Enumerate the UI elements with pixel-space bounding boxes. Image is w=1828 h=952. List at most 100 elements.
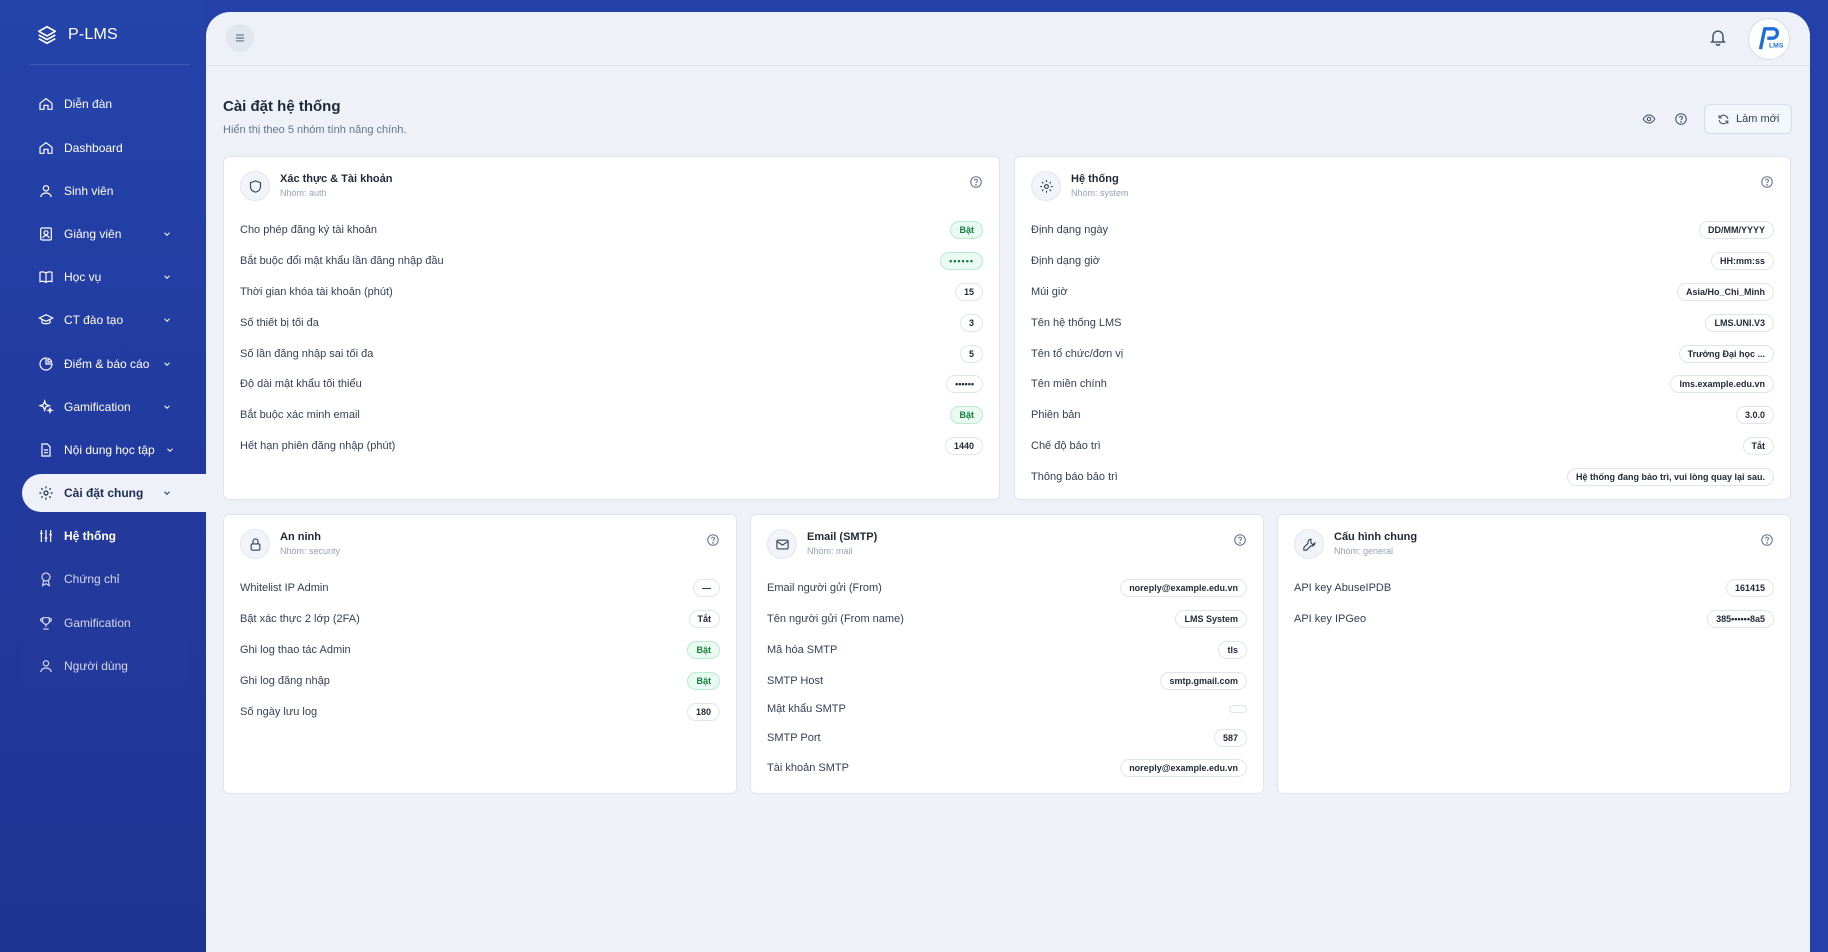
- setting-value-badge[interactable]: Asia/Ho_Chi_Minh: [1676, 282, 1774, 301]
- brand[interactable]: P-LMS: [36, 22, 118, 48]
- setting-value-badge[interactable]: 3.0.0: [1735, 406, 1774, 425]
- setting-value-badge[interactable]: 587: [1213, 728, 1247, 747]
- settings-card-security: An ninh Nhóm: security Whitelist IP Admi…: [223, 514, 737, 794]
- mail-icon: [775, 539, 789, 549]
- sidebar-item-lecturers[interactable]: Giảng viên: [30, 216, 180, 252]
- setting-value-badge[interactable]: Tắt: [1742, 436, 1774, 455]
- setting-value-badge[interactable]: 180: [686, 702, 720, 721]
- chevron-down-icon: [164, 318, 170, 322]
- setting-row: Thời gian khóa tài khoản (phút) 15: [240, 277, 983, 308]
- setting-value-badge[interactable]: —: [693, 579, 720, 598]
- help-button[interactable]: [1672, 110, 1690, 128]
- sidebar-item-dashboard[interactable]: Dashboard: [30, 130, 180, 166]
- setting-value-badge[interactable]: tls: [1218, 640, 1247, 659]
- sidebar-item-grades-reports[interactable]: Điểm & báo cáo: [30, 346, 180, 382]
- help-circle-icon: [1675, 113, 1687, 125]
- setting-value-badge[interactable]: Bật: [950, 406, 983, 425]
- help-circle-icon[interactable]: [969, 175, 983, 189]
- setting-value-badge[interactable]: noreply@example.edu.vn: [1120, 579, 1247, 598]
- setting-value-badge[interactable]: ••••••: [940, 252, 983, 271]
- setting-row: Số lần đăng nhập sai tối đa 5: [240, 338, 983, 369]
- submenu-item-certificates[interactable]: Chứng chỉ: [30, 562, 180, 596]
- setting-value-badge[interactable]: ••••••: [946, 375, 983, 394]
- setting-value-badge[interactable]: LMS System: [1175, 610, 1247, 629]
- setting-value-badge[interactable]: Trường Đại học ...: [1678, 344, 1774, 363]
- settings-list: API key AbuseIPDB 161415 API key IPGeo 385…: [1294, 573, 1774, 635]
- setting-label: Tên hệ thống LMS: [1031, 316, 1122, 329]
- submenu-item-label: Hệ thống: [64, 529, 116, 543]
- chevron-down-icon: [166, 448, 173, 452]
- setting-value-badge[interactable]: 385••••••8a5: [1707, 610, 1774, 629]
- sidebar-item-label: Sinh viên: [64, 184, 114, 198]
- bell-icon[interactable]: [1708, 27, 1728, 47]
- refresh-button[interactable]: Làm mới: [1704, 104, 1793, 134]
- sidebar-item-students[interactable]: Sinh viên: [30, 173, 180, 209]
- setting-value-badge[interactable]: 3: [959, 313, 983, 332]
- setting-label: Mã hóa SMTP: [767, 643, 838, 656]
- sidebar-item-label: Học vụ: [64, 270, 102, 284]
- avatar[interactable]: LMS: [1748, 18, 1790, 60]
- card-title: An ninh: [280, 531, 321, 543]
- setting-value-badge[interactable]: Bật: [950, 221, 983, 240]
- setting-value-badge[interactable]: [1229, 705, 1247, 714]
- help-circle-icon[interactable]: [1760, 533, 1774, 547]
- setting-label: API key IPGeo: [1294, 613, 1367, 626]
- setting-value-badge[interactable]: 15: [954, 282, 983, 301]
- setting-value-badge[interactable]: Bật: [687, 671, 720, 690]
- setting-row: Bắt buộc đổi mật khẩu lần đăng nhập đầu •…: [240, 246, 983, 277]
- settings-card-mail: Email (SMTP) Nhóm: mail Email người gửi …: [750, 514, 1264, 794]
- avatar-text: LMS: [1769, 43, 1784, 50]
- setting-value-badge[interactable]: LMS.UNI.V3: [1705, 313, 1774, 332]
- setting-row: Email người gửi (From) noreply@example.ed…: [767, 573, 1247, 604]
- settings-list: Email người gửi (From) noreply@example.ed…: [767, 573, 1247, 784]
- setting-value-badge[interactable]: Bật: [687, 640, 720, 659]
- setting-value-badge[interactable]: Tắt: [688, 610, 720, 629]
- setting-value-badge[interactable]: Hệ thống đang bảo trì, vui lòng quay lại…: [1566, 467, 1774, 486]
- setting-value-badge[interactable]: DD/MM/YYYY: [1698, 221, 1774, 240]
- setting-value-badge[interactable]: lms.example.edu.vn: [1670, 375, 1774, 394]
- setting-row: Ghi log đăng nhập Bật: [240, 665, 720, 696]
- sidebar-item-label: Dashboard: [64, 141, 123, 155]
- preview-button[interactable]: [1640, 110, 1658, 128]
- sidebar-item-label: Giảng viên: [64, 227, 122, 241]
- home-icon: [39, 97, 53, 110]
- sidebar-item-academic[interactable]: Học vụ: [30, 259, 180, 295]
- setting-value-badge[interactable]: smtp.gmail.com: [1160, 671, 1247, 690]
- setting-value-badge[interactable]: noreply@example.edu.vn: [1120, 759, 1247, 778]
- setting-row: Số thiết bị tối đa 3: [240, 307, 983, 338]
- wrench-icon: [1302, 538, 1315, 551]
- setting-row: Tên tổ chức/đơn vị Trường Đại học ...: [1031, 338, 1774, 369]
- sidebar-item-forum[interactable]: Diễn đàn: [30, 86, 180, 122]
- eye-icon: [1642, 114, 1656, 124]
- page-title: Cài đặt hệ thống: [223, 98, 341, 115]
- help-circle-icon[interactable]: [706, 533, 720, 547]
- card-title: Email (SMTP): [807, 531, 878, 543]
- setting-label: Ghi log đăng nhập: [240, 674, 330, 687]
- sidebar: P-LMS Diễn đàn Dashboard Sinh viên Giảng…: [0, 0, 206, 952]
- setting-value-badge[interactable]: 5: [959, 344, 983, 363]
- lock-icon: [250, 537, 260, 551]
- setting-row: Chế độ bảo trì Tắt: [1031, 431, 1774, 462]
- sidebar-item-general-settings[interactable]: Cài đặt chung: [30, 475, 180, 511]
- submenu-item-gamification[interactable]: Gamification: [30, 606, 180, 640]
- submenu-item-system[interactable]: Hệ thống: [30, 519, 180, 553]
- setting-value-badge[interactable]: 161415: [1725, 579, 1774, 598]
- main-panel: LMS Cài đặt hệ thống Hiển thị theo 5 nhó…: [206, 12, 1810, 952]
- sidebar-item-learning-content[interactable]: Nội dung học tập: [30, 432, 180, 468]
- help-circle-icon[interactable]: [1233, 533, 1247, 547]
- user-icon: [40, 185, 52, 198]
- sidebar-item-curriculum[interactable]: CT đào tạo: [30, 302, 180, 338]
- menu-toggle-button[interactable]: [226, 24, 254, 52]
- setting-label: Số thiết bị tối đa: [240, 316, 319, 329]
- setting-row: Tên miền chính lms.example.edu.vn: [1031, 369, 1774, 400]
- card-title: Xác thực & Tài khoản: [280, 173, 393, 185]
- setting-value-badge[interactable]: 1440: [944, 436, 983, 455]
- setting-label: Múi giờ: [1031, 285, 1068, 298]
- sidebar-item-gamification[interactable]: Gamification: [30, 389, 180, 425]
- card-icon-wrap: [1294, 529, 1324, 559]
- setting-value-badge[interactable]: HH:mm:ss: [1710, 252, 1774, 271]
- settings-list: Whitelist IP Admin — Bật xác thực 2 lớp (…: [240, 573, 720, 727]
- setting-row: Bật xác thực 2 lớp (2FA) Tắt: [240, 604, 720, 635]
- help-circle-icon[interactable]: [1760, 175, 1774, 189]
- submenu-item-users[interactable]: Người dùng: [30, 649, 180, 683]
